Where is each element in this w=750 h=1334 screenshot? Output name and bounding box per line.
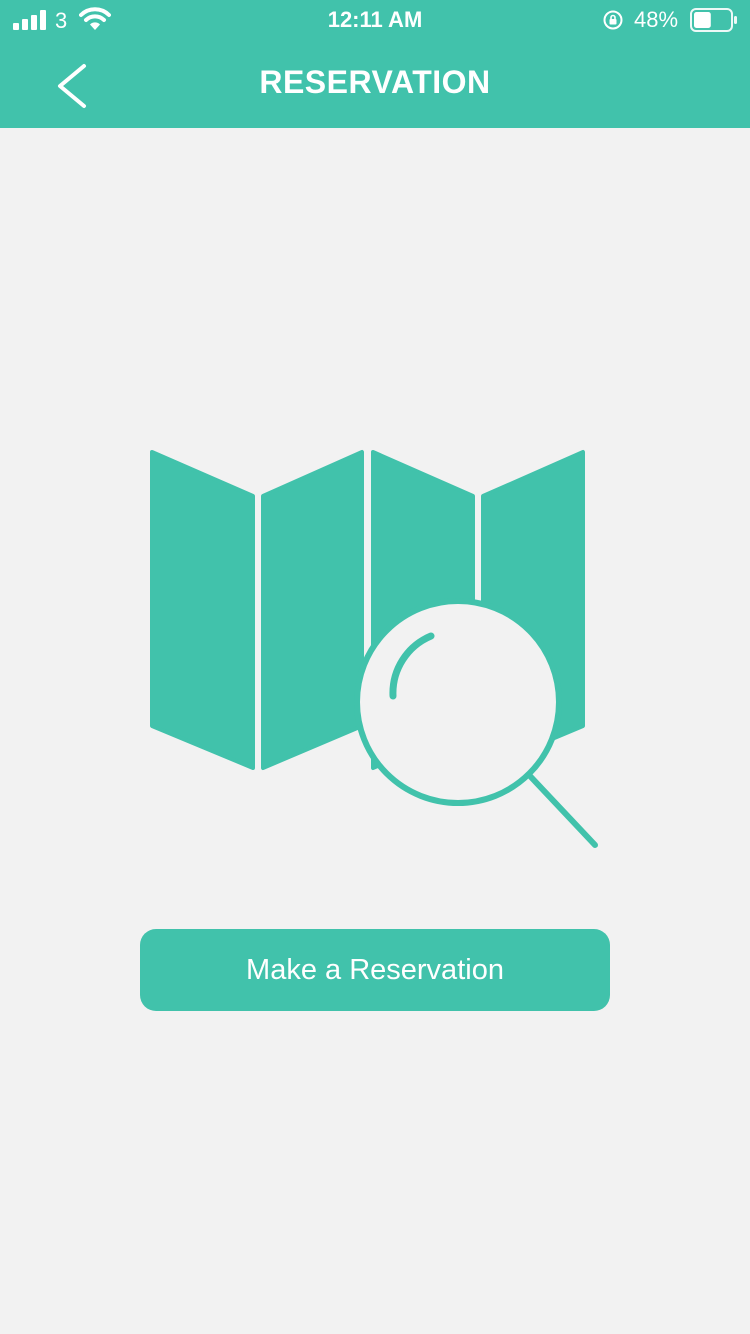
- navigation-bar: RESERVATION: [0, 40, 750, 128]
- battery-percent: 48%: [634, 7, 679, 32]
- map-search-icon: [150, 450, 598, 848]
- status-bar: 3 12:11 AM 48%: [0, 0, 750, 40]
- magnifier-handle: [527, 773, 598, 848]
- battery-icon: [690, 8, 737, 32]
- make-reservation-button[interactable]: Make a Reservation: [140, 929, 610, 1011]
- magnifier-lens: [354, 598, 562, 806]
- map-panel: [150, 450, 255, 770]
- page-title: RESERVATION: [259, 64, 491, 100]
- orientation-lock-icon: [603, 10, 623, 30]
- header: 3 12:11 AM 48% RESERVATION: [0, 0, 750, 128]
- map-panel: [261, 450, 364, 770]
